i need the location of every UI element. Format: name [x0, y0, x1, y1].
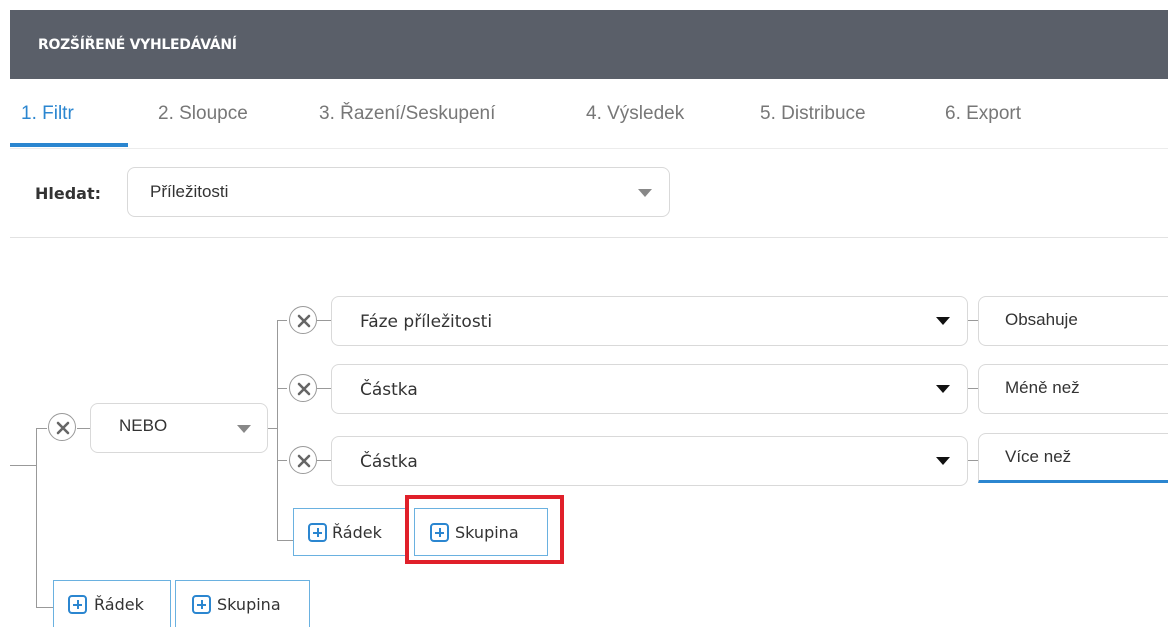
add-row-label: Řádek	[94, 595, 144, 614]
tab-distribution[interactable]: 5. Distribuce	[760, 103, 866, 125]
tree-connector	[317, 320, 331, 321]
search-label: Hledat:	[35, 184, 102, 203]
close-icon	[297, 314, 311, 328]
tree-connector	[968, 320, 978, 321]
close-icon	[297, 454, 311, 468]
condition-operator-value: Více než	[1005, 447, 1072, 466]
tab-export[interactable]: 6. Export	[945, 103, 1021, 125]
tree-connector	[968, 388, 978, 389]
tab-sorting-grouping[interactable]: 3. Řazení/Seskupení	[319, 103, 495, 125]
highlight-box	[405, 495, 564, 564]
remove-condition-button[interactable]	[289, 374, 317, 402]
tree-connector	[36, 428, 47, 429]
chevron-down-icon	[237, 425, 251, 433]
condition-field-select[interactable]: Částka	[331, 436, 968, 486]
tree-connector	[36, 428, 37, 608]
page-header: ROZŠÍŘENÉ VYHLEDÁVÁNÍ	[10, 10, 1168, 79]
condition-field-select[interactable]: Částka	[331, 364, 968, 414]
tree-connector	[10, 465, 36, 466]
tree-connector	[36, 607, 53, 608]
tab-columns[interactable]: 2. Sloupce	[158, 103, 248, 125]
search-row: Hledat: Příležitosti	[10, 150, 1168, 238]
tab-bar: 1. Filtr 2. Sloupce 3. Řazení/Seskupení …	[10, 79, 1168, 149]
tree-connector	[77, 428, 90, 429]
tree-connector	[277, 320, 287, 321]
remove-condition-button[interactable]	[289, 446, 317, 474]
chevron-down-icon	[936, 385, 950, 393]
tab-result[interactable]: 4. Výsledek	[586, 103, 684, 125]
group-operator-select[interactable]: NEBO	[90, 403, 268, 453]
close-icon	[56, 421, 70, 435]
condition-field-value: Částka	[360, 452, 418, 472]
condition-operator-value: Méně než	[1005, 378, 1080, 397]
tree-connector	[268, 428, 277, 429]
chevron-down-icon	[936, 457, 950, 465]
page-title: ROZŠÍŘENÉ VYHLEDÁVÁNÍ	[38, 37, 237, 53]
tree-connector	[317, 460, 331, 461]
condition-field-value: Fáze příležitosti	[360, 312, 493, 332]
tab-filter[interactable]: 1. Filtr	[21, 103, 74, 125]
condition-operator-value: Obsahuje	[1005, 310, 1078, 329]
condition-operator-select[interactable]: Více než	[978, 433, 1168, 483]
chevron-down-icon	[638, 189, 652, 197]
add-row-label: Řádek	[332, 523, 382, 542]
search-entity-select[interactable]: Příležitosti	[127, 167, 670, 217]
plus-icon	[308, 523, 327, 542]
tree-connector	[277, 388, 287, 389]
chevron-down-icon	[936, 317, 950, 325]
tree-connector	[968, 460, 978, 461]
add-group-label: Skupina	[217, 595, 281, 614]
search-entity-value: Příležitosti	[150, 182, 229, 201]
condition-operator-select[interactable]: Méně než	[978, 364, 1168, 414]
add-row-button[interactable]: Řádek	[53, 580, 171, 627]
add-row-button[interactable]: Řádek	[293, 508, 409, 556]
tree-connector	[277, 540, 293, 541]
tree-connector	[277, 320, 278, 541]
remove-group-button[interactable]	[48, 413, 76, 441]
remove-condition-button[interactable]	[289, 306, 317, 334]
condition-operator-select[interactable]: Obsahuje	[978, 296, 1168, 346]
active-tab-indicator	[10, 143, 128, 147]
close-icon	[297, 382, 311, 396]
plus-icon	[68, 595, 87, 614]
tree-connector	[277, 460, 287, 461]
condition-field-value: Částka	[360, 380, 418, 400]
group-operator-value: NEBO	[119, 416, 168, 435]
condition-field-select[interactable]: Fáze příležitosti	[331, 296, 968, 346]
add-group-button[interactable]: Skupina	[175, 580, 310, 627]
tree-connector	[317, 388, 331, 389]
plus-icon	[192, 595, 211, 614]
